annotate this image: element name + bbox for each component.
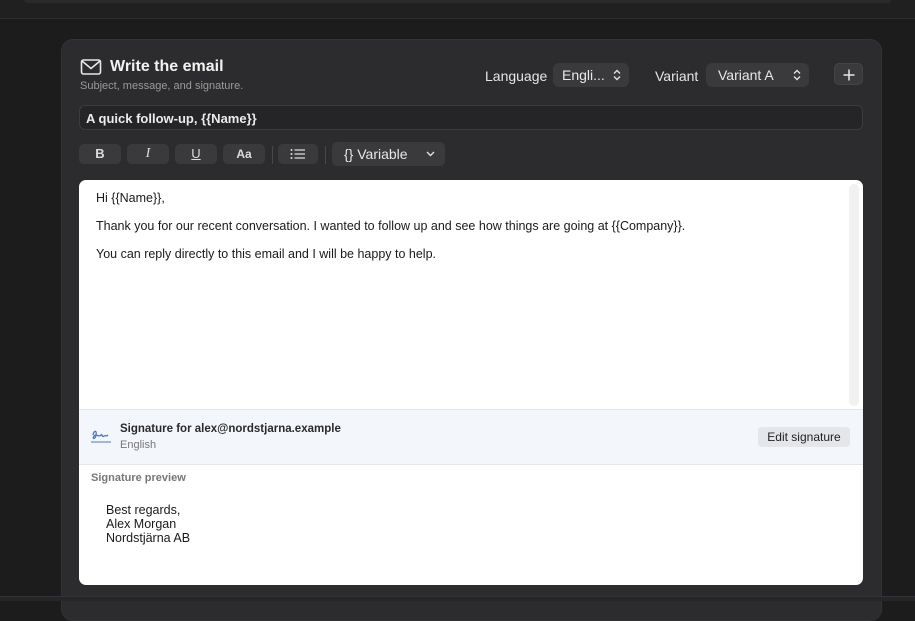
language-label: Language bbox=[485, 68, 548, 84]
signature-preview-line: Alex Morgan bbox=[106, 517, 177, 531]
message-line: Thank you for our recent conversation. I… bbox=[96, 219, 686, 233]
plus-icon bbox=[843, 69, 855, 81]
text-size-button[interactable]: Aa bbox=[223, 144, 265, 164]
toolbar-divider bbox=[272, 146, 273, 164]
top-toolbar bbox=[0, 0, 915, 19]
underline-button[interactable]: U bbox=[175, 144, 217, 164]
signature-bar: Signature for alex@nordstjarna.example E… bbox=[79, 409, 863, 465]
variable-label: {} Variable bbox=[344, 146, 408, 162]
subject-input[interactable]: A quick follow-up, {{Name}} bbox=[79, 105, 863, 130]
envelope-icon bbox=[80, 59, 102, 75]
chevron-down-icon bbox=[426, 151, 435, 157]
signature-language: English bbox=[120, 439, 157, 451]
bold-button[interactable]: B bbox=[79, 144, 121, 164]
signature-preview-label: Signature preview bbox=[91, 472, 186, 484]
chevron-up-down-icon bbox=[613, 69, 621, 81]
signature-icon bbox=[91, 430, 111, 443]
section-title: Write the email bbox=[110, 58, 224, 75]
top-toolbar-edge bbox=[24, 0, 891, 3]
toolbar-divider bbox=[325, 146, 326, 164]
chevron-up-down-icon bbox=[793, 69, 801, 81]
bottom-divider bbox=[0, 596, 915, 601]
bulleted-list-icon bbox=[290, 149, 305, 159]
language-select[interactable]: Engli... bbox=[553, 63, 629, 87]
email-composer-card: Write the email Subject, message, and si… bbox=[61, 39, 882, 621]
signature-preview-line: Nordstjärna AB bbox=[106, 531, 191, 545]
variant-select-value: Variant A bbox=[718, 67, 774, 83]
edit-signature-button[interactable]: Edit signature bbox=[758, 427, 850, 447]
signature-title: Signature for alex@nordstjarna.example bbox=[120, 423, 341, 435]
variant-label: Variant bbox=[655, 68, 699, 84]
italic-button[interactable]: I bbox=[127, 144, 169, 164]
language-select-value: Engli... bbox=[562, 67, 605, 83]
insert-variable-button[interactable]: {} Variable bbox=[332, 142, 445, 166]
section-subtitle: Subject, message, and signature. bbox=[80, 80, 244, 92]
variant-select[interactable]: Variant A bbox=[706, 63, 809, 87]
signature-preview-line: Best regards, bbox=[106, 503, 181, 517]
bulleted-list-button[interactable] bbox=[278, 144, 318, 164]
message-line: Hi {{Name}}, bbox=[96, 191, 165, 205]
message-line: You can reply directly to this email and… bbox=[96, 247, 437, 261]
editor-scrollbar[interactable] bbox=[849, 184, 859, 406]
add-variant-button[interactable] bbox=[834, 63, 863, 85]
message-editor[interactable]: Hi {{Name}}, Thank you for our recent co… bbox=[79, 180, 863, 585]
